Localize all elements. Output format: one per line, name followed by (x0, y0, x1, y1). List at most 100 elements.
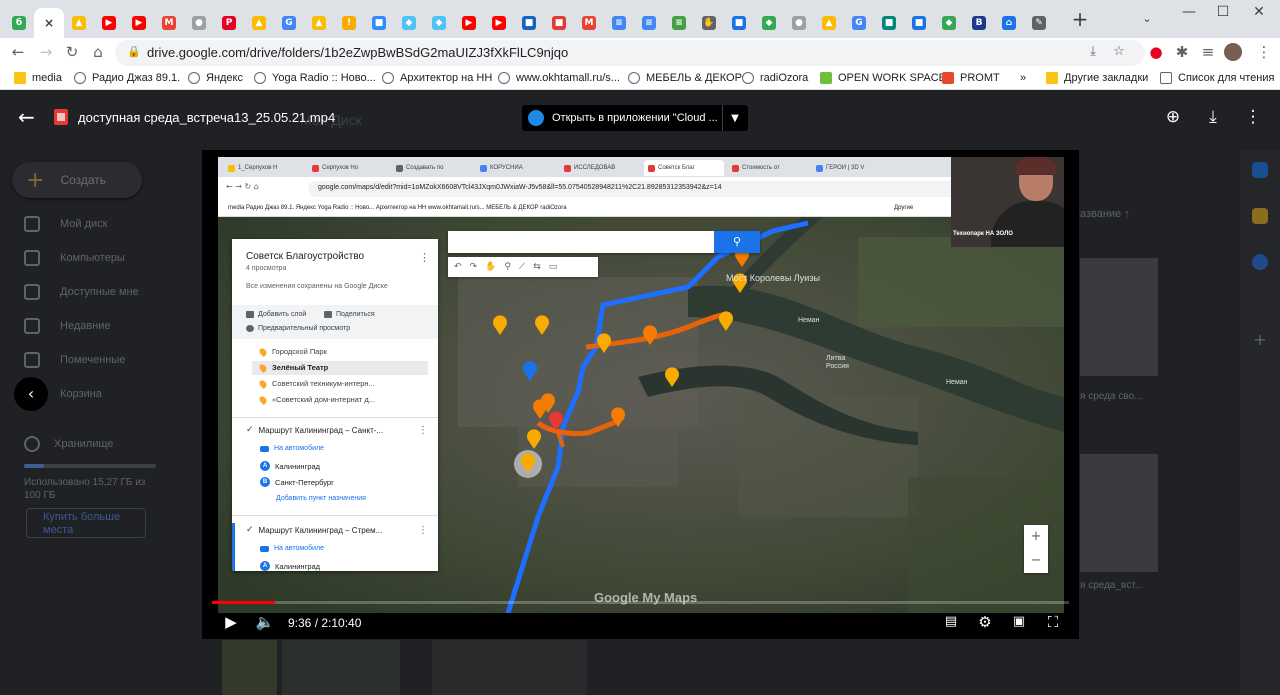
browser-tab[interactable]: ▲ (304, 8, 334, 38)
browser-tab[interactable]: ▶ (484, 8, 514, 38)
bookmark-item[interactable]: radiOzora (742, 70, 808, 86)
browser-tab[interactable]: ! (334, 8, 364, 38)
browser-tab[interactable]: ≡ (664, 8, 694, 38)
browser-tab[interactable]: ▶ (94, 8, 124, 38)
tab-search-button[interactable]: ⌄ (1132, 12, 1162, 32)
bookmark-item[interactable]: www.okhtamall.ru/s... (498, 70, 620, 86)
browser-tab[interactable]: ■ (544, 8, 574, 38)
map-label-border: Литва Россия (826, 355, 849, 370)
browser-tab[interactable]: ⌂ (994, 8, 1024, 38)
browser-tab[interactable]: ● (184, 8, 214, 38)
bookmark-item[interactable]: Архитектор на НН (382, 70, 492, 86)
extensions-icon[interactable]: ✱ (1172, 42, 1192, 62)
address-url[interactable]: drive.google.com/drive/folders/1b2eZwpBw… (147, 45, 568, 60)
bookmark-item[interactable]: OPEN WORK SPACE (820, 70, 946, 86)
tab-favicon-icon: ■ (882, 16, 896, 30)
browser-tab[interactable]: B (964, 8, 994, 38)
browser-menu-icon[interactable]: ⋮ (1254, 42, 1274, 62)
browser-tab[interactable]: M (574, 8, 604, 38)
browser-tab[interactable]: ▲ (814, 8, 844, 38)
bookmark-item[interactable]: media (14, 70, 62, 86)
download-icon[interactable]: ⤓ (1202, 106, 1224, 128)
maximize-button[interactable]: ☐ (1208, 4, 1238, 24)
browser-tab[interactable]: ■ (514, 8, 544, 38)
browser-tab[interactable]: ▲ (64, 8, 94, 38)
bookmark-item[interactable]: Радио Джаз 89.1. (74, 70, 180, 86)
browser-tab[interactable]: ✋ (694, 8, 724, 38)
bookmark-item[interactable]: Yoga Radio :: Ново... (254, 70, 376, 86)
browser-tab[interactable]: ◆ (934, 8, 964, 38)
volume-icon[interactable]: 🔈 (254, 612, 276, 632)
profile-avatar[interactable] (1224, 43, 1242, 61)
browser-tab[interactable]: ◆ (754, 8, 784, 38)
video-progress-bar[interactable] (212, 601, 1069, 604)
back-button[interactable]: ← (8, 42, 28, 62)
reading-list-icon[interactable]: ≡ (1198, 42, 1218, 62)
file-thumbnail (1080, 258, 1158, 376)
chevron-down-icon[interactable]: ▼ (723, 113, 747, 124)
pinterest-extension-icon[interactable]: ● (1146, 42, 1166, 62)
bookmark-item[interactable]: МЕБЕЛЬ & ДЕКОР (628, 70, 742, 86)
tab-favicon-icon: × (43, 16, 55, 30)
close-viewer-arrow-icon[interactable]: ← (18, 106, 40, 128)
add-shortcut-icon[interactable]: ⊕ (1162, 106, 1184, 128)
inner-tab-favicon-icon (564, 164, 571, 172)
browser-tab[interactable]: ■ (904, 8, 934, 38)
speaker-name: Технопарк НА ЗОЛО (953, 231, 1013, 237)
browser-tab[interactable]: ■ (874, 8, 904, 38)
tab-favicon-icon: P (222, 16, 236, 30)
browser-tab[interactable]: ◆ (394, 8, 424, 38)
bookmarks-overflow[interactable]: » (1020, 70, 1026, 86)
bookmark-star-icon[interactable]: ☆ (1111, 44, 1127, 60)
subtitles-icon[interactable]: ▤ (940, 612, 962, 632)
bookmark-item[interactable]: Яндекс (188, 70, 243, 86)
more-actions-icon[interactable]: ⋮ (1242, 106, 1264, 128)
progress-played (212, 601, 275, 604)
bookmark-item[interactable]: PROMT (942, 70, 1000, 86)
reading-list-button[interactable]: Список для чтения (1160, 70, 1274, 86)
globe-icon (382, 72, 394, 84)
settings-gear-icon[interactable]: ⚙ (974, 612, 996, 632)
browser-tab[interactable]: ● (784, 8, 814, 38)
side-panel-rail: + (1240, 150, 1280, 695)
other-bookmarks-folder[interactable]: Другие закладки (1046, 70, 1148, 86)
install-icon[interactable]: ⤓ (1085, 44, 1101, 60)
close-window-button[interactable]: ✕ (1244, 4, 1274, 24)
browser-tab[interactable]: G (274, 8, 304, 38)
browser-tab[interactable]: P (214, 8, 244, 38)
forward-button[interactable]: → (36, 42, 56, 62)
browser-tab[interactable]: G (844, 8, 874, 38)
miniplayer-icon[interactable]: ▣ (1008, 612, 1030, 632)
open-with-button[interactable]: Открыть в приложении "Cloud ... ▼ (522, 105, 748, 131)
browser-tab[interactable]: ■ (724, 8, 754, 38)
address-bar[interactable]: 🔒 drive.google.com/drive/folders/1b2eZwp… (115, 40, 1145, 66)
eye-icon (246, 325, 254, 332)
fl-icon (820, 72, 832, 84)
browser-tab[interactable]: ◆ (424, 8, 454, 38)
browser-tab[interactable]: ■ (364, 8, 394, 38)
browser-tab[interactable]: ▲ (244, 8, 274, 38)
video-player[interactable]: 1_Серпухов Н Серпухов Но Создавать по КОРУС… (202, 150, 1079, 639)
browser-tab[interactable]: ▶ (454, 8, 484, 38)
new-tab-button[interactable]: + (1070, 9, 1090, 30)
browser-tab[interactable]: ▶ (124, 8, 154, 38)
browser-tab[interactable]: × (34, 8, 64, 38)
browser-tab[interactable]: ✎ (1024, 8, 1054, 38)
home-button[interactable]: ⌂ (88, 42, 108, 62)
play-icon[interactable]: ▶ (220, 612, 242, 632)
keep-icon (1252, 208, 1268, 224)
fullscreen-icon[interactable]: ⛶ (1042, 612, 1064, 632)
minimize-button[interactable]: — (1174, 4, 1204, 24)
reload-button[interactable]: ↻ (62, 42, 82, 62)
sidebar-icon (24, 284, 40, 300)
sort-by-name: Название ↑ (1072, 208, 1130, 220)
browser-tab[interactable]: б (4, 8, 34, 38)
browser-tab[interactable]: ≡ (634, 8, 664, 38)
lock-icon: 🔒 (127, 45, 141, 58)
sidebar-label: Корзина (60, 388, 102, 400)
browser-tab[interactable]: M (154, 8, 184, 38)
add-person-icon (324, 311, 332, 318)
collapse-panel-button[interactable]: ‹ (14, 377, 48, 411)
browser-tab[interactable]: ≡ (604, 8, 634, 38)
map-views: 4 просмотра (246, 265, 287, 272)
